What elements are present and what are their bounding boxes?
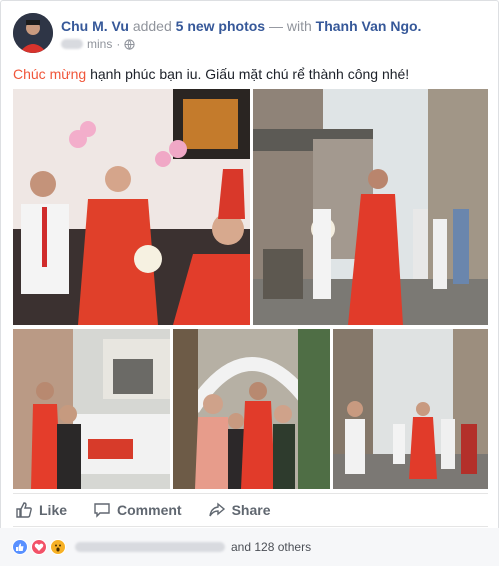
reactions-count-text[interactable]: and 128 others [231,540,311,554]
photo-1[interactable] [13,89,250,325]
share-icon [208,502,225,517]
photo-2[interactable] [253,89,488,325]
post-header: Chu M. Vu added 5 new photos — with Than… [13,13,483,57]
like-button[interactable]: Like [13,501,67,519]
caption-text: hạnh phúc bạn iu. Giấu mặt chú rể thành … [90,66,410,82]
post-actions: Like Comment Share [13,493,488,527]
action-text: added [132,18,172,34]
comment-button[interactable]: Comment [91,501,182,519]
post-meta: mins · [61,37,135,51]
like-label: Like [39,502,68,518]
author-line: Chu M. Vu added 5 new photos — with Than… [61,17,421,35]
photo-count-link[interactable]: 5 new photos [176,18,265,34]
post-card: Chu M. Vu added 5 new photos — with Than… [0,0,499,566]
blurred-names [75,542,225,552]
photo-4[interactable] [173,329,330,489]
like-icon [12,539,28,555]
photo-5[interactable] [333,329,488,489]
caption-highlight[interactable]: Chúc mừng [13,66,86,82]
with-text: — with [268,18,312,34]
comment-icon [94,503,110,518]
share-label: Share [231,502,271,518]
thumbs-up-icon [16,502,32,518]
comment-label: Comment [117,502,182,518]
photo-3[interactable] [13,329,170,489]
photo-grid [13,89,488,489]
author-name[interactable]: Chu M. Vu [61,18,129,34]
reactions-bar[interactable]: and 128 others [0,528,499,566]
blurred-time [61,39,83,49]
author-avatar[interactable] [13,13,53,53]
tagged-user[interactable]: Thanh Van Ngo. [316,18,422,34]
post-caption: Chúc mừng hạnh phúc bạn iu. Giấu mặt chú… [13,65,483,83]
wow-icon [50,539,66,555]
love-icon [31,539,47,555]
share-button[interactable]: Share [206,501,271,519]
post-time[interactable]: mins [87,37,112,51]
globe-icon[interactable] [124,38,135,50]
